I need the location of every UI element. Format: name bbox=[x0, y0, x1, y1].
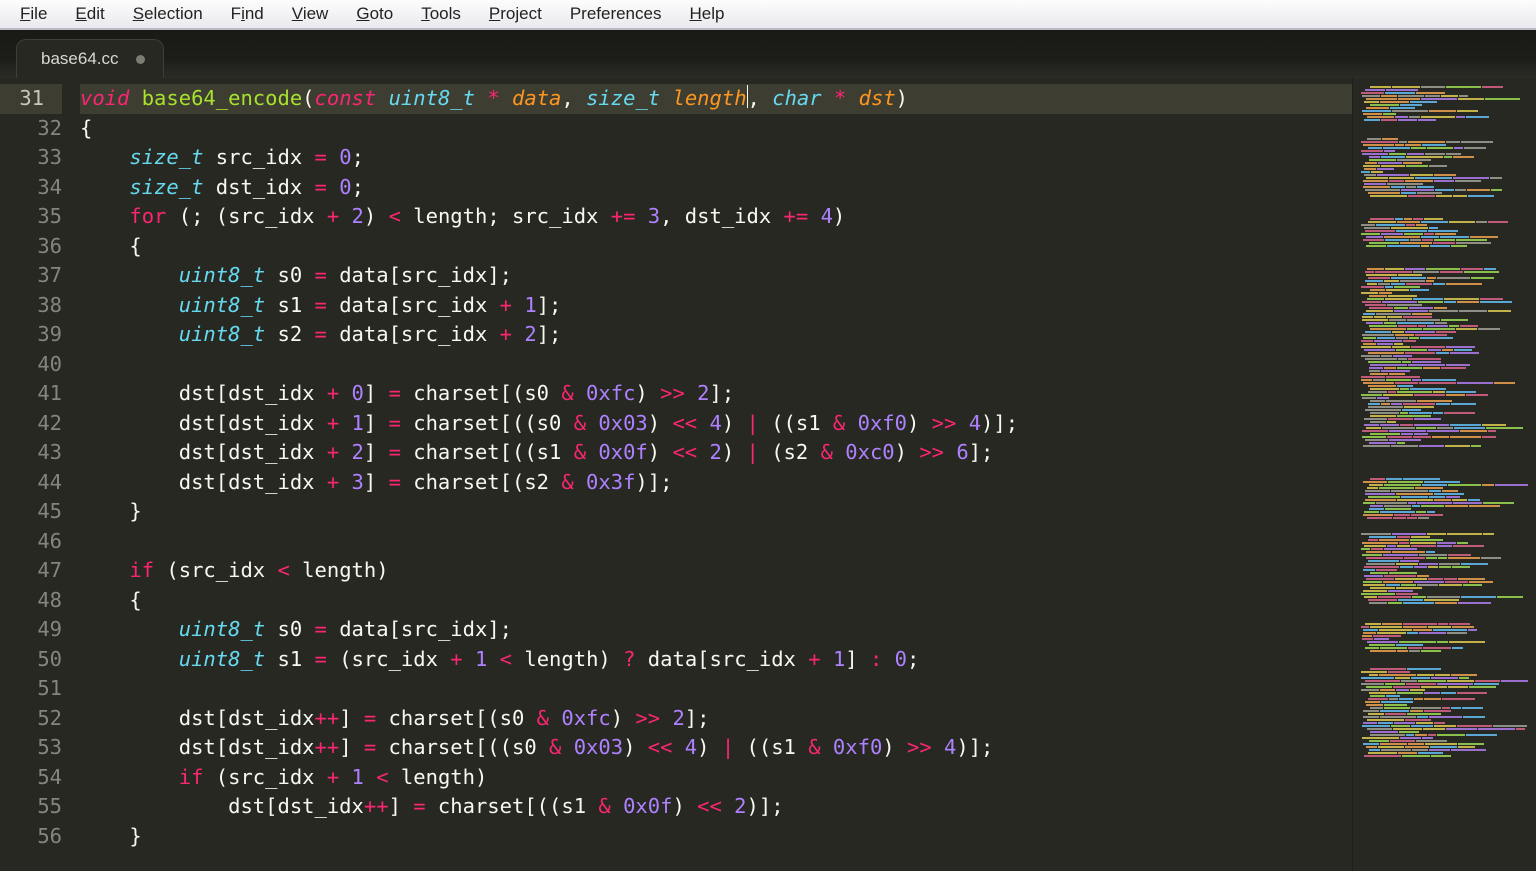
line-number: 36 bbox=[0, 232, 62, 262]
line-number: 48 bbox=[0, 586, 62, 616]
line-number: 37 bbox=[0, 261, 62, 291]
code-line[interactable]: size_t src_idx = 0; bbox=[80, 143, 1352, 173]
menubar: FileEditSelectionFindViewGotoToolsProjec… bbox=[0, 0, 1536, 30]
code-line[interactable]: { bbox=[80, 232, 1352, 262]
line-number: 41 bbox=[0, 379, 62, 409]
code-line[interactable]: void base64_encode(const uint8_t * data,… bbox=[80, 84, 1352, 114]
menu-goto[interactable]: Goto bbox=[342, 2, 407, 26]
code-line[interactable]: uint8_t s1 = (src_idx + 1 < length) ? da… bbox=[80, 645, 1352, 675]
code-line[interactable]: { bbox=[80, 586, 1352, 616]
code-line[interactable]: dst[dst_idx++] = charset[((s0 & 0x03) <<… bbox=[80, 733, 1352, 763]
code-line[interactable] bbox=[80, 350, 1352, 380]
code-line[interactable]: uint8_t s1 = data[src_idx + 1]; bbox=[80, 291, 1352, 321]
line-number: 38 bbox=[0, 291, 62, 321]
menu-find[interactable]: Find bbox=[217, 2, 278, 26]
line-number: 33 bbox=[0, 143, 62, 173]
line-number: 31 bbox=[0, 84, 62, 114]
code-line[interactable]: dst[dst_idx + 2] = charset[((s1 & 0x0f) … bbox=[80, 438, 1352, 468]
code-line[interactable]: } bbox=[80, 822, 1352, 852]
line-number: 53 bbox=[0, 733, 62, 763]
code-area[interactable]: 3132333435363738394041424344454647484950… bbox=[0, 78, 1352, 871]
line-number: 35 bbox=[0, 202, 62, 232]
code-line[interactable]: dst[dst_idx + 0] = charset[(s0 & 0xfc) >… bbox=[80, 379, 1352, 409]
line-number: 42 bbox=[0, 409, 62, 439]
code-line[interactable]: dst[dst_idx++] = charset[((s1 & 0x0f) <<… bbox=[80, 792, 1352, 822]
menu-help[interactable]: Help bbox=[675, 2, 738, 26]
dirty-indicator-icon bbox=[136, 55, 145, 64]
code-line[interactable] bbox=[80, 674, 1352, 704]
menu-project[interactable]: Project bbox=[475, 2, 556, 26]
line-number: 34 bbox=[0, 173, 62, 203]
line-number: 47 bbox=[0, 556, 62, 586]
menu-tools[interactable]: Tools bbox=[407, 2, 475, 26]
menu-preferences[interactable]: Preferences bbox=[556, 2, 676, 26]
line-number: 52 bbox=[0, 704, 62, 734]
line-number: 55 bbox=[0, 792, 62, 822]
menu-file[interactable]: File bbox=[6, 2, 61, 26]
tab-bar: base64.cc bbox=[0, 30, 1536, 78]
code-line[interactable]: size_t dst_idx = 0; bbox=[80, 173, 1352, 203]
tab-active[interactable]: base64.cc bbox=[16, 39, 164, 78]
line-number: 45 bbox=[0, 497, 62, 527]
menu-view[interactable]: View bbox=[278, 2, 343, 26]
line-number: 54 bbox=[0, 763, 62, 793]
code-line[interactable]: } bbox=[80, 497, 1352, 527]
code-line[interactable]: uint8_t s2 = data[src_idx + 2]; bbox=[80, 320, 1352, 350]
line-number: 49 bbox=[0, 615, 62, 645]
menu-selection[interactable]: Selection bbox=[119, 2, 217, 26]
tab-filename: base64.cc bbox=[41, 49, 119, 69]
editor: 3132333435363738394041424344454647484950… bbox=[0, 78, 1536, 871]
line-number: 43 bbox=[0, 438, 62, 468]
code-line[interactable]: for (; (src_idx + 2) < length; src_idx +… bbox=[80, 202, 1352, 232]
menu-edit[interactable]: Edit bbox=[61, 2, 118, 26]
minimap[interactable] bbox=[1352, 78, 1536, 871]
code-line[interactable]: { bbox=[80, 114, 1352, 144]
line-number: 39 bbox=[0, 320, 62, 350]
line-number: 51 bbox=[0, 674, 62, 704]
code-line[interactable]: uint8_t s0 = data[src_idx]; bbox=[80, 261, 1352, 291]
code-line[interactable]: if (src_idx < length) bbox=[80, 556, 1352, 586]
line-number: 46 bbox=[0, 527, 62, 557]
code-line[interactable]: uint8_t s0 = data[src_idx]; bbox=[80, 615, 1352, 645]
line-number: 44 bbox=[0, 468, 62, 498]
line-number: 32 bbox=[0, 114, 62, 144]
code-column[interactable]: void base64_encode(const uint8_t * data,… bbox=[80, 84, 1352, 871]
line-number: 50 bbox=[0, 645, 62, 675]
line-number: 40 bbox=[0, 350, 62, 380]
line-number-gutter: 3132333435363738394041424344454647484950… bbox=[0, 84, 80, 871]
line-number: 56 bbox=[0, 822, 62, 852]
code-line[interactable]: dst[dst_idx + 3] = charset[(s2 & 0x3f)]; bbox=[80, 468, 1352, 498]
code-line[interactable] bbox=[80, 527, 1352, 557]
code-line[interactable]: if (src_idx + 1 < length) bbox=[80, 763, 1352, 793]
code-line[interactable]: dst[dst_idx++] = charset[(s0 & 0xfc) >> … bbox=[80, 704, 1352, 734]
code-line[interactable]: dst[dst_idx + 1] = charset[((s0 & 0x03) … bbox=[80, 409, 1352, 439]
